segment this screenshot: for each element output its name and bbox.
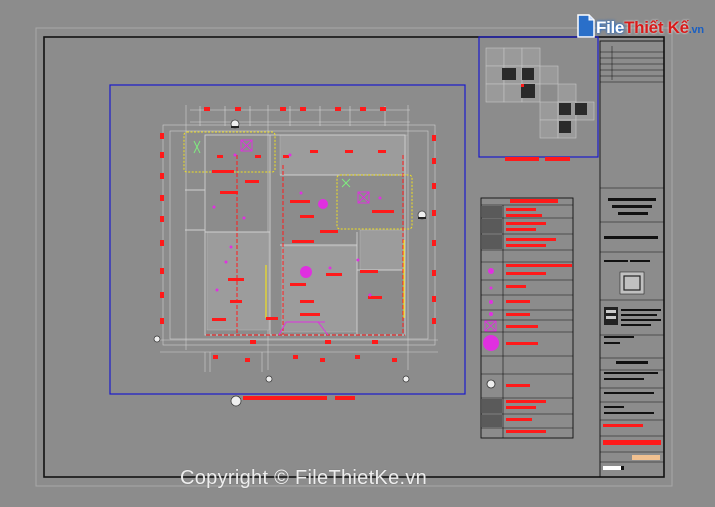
title-block-logo-icon: [604, 307, 618, 325]
key-plan[interactable]: [485, 47, 595, 161]
logo-text: FileThiết Kế.vn: [596, 18, 704, 38]
callout-marker-icon[interactable]: [230, 119, 240, 129]
logo-domain: .vn: [688, 24, 704, 36]
light-fixture-icon: [300, 266, 312, 278]
title-block: [599, 40, 665, 478]
highlight-zone-2[interactable]: [336, 174, 413, 230]
copyright-watermark: Copyright © FileThietKe.vn: [180, 467, 428, 489]
file-icon: [577, 14, 595, 38]
legend-table: [480, 197, 574, 439]
brand-logo[interactable]: FileThiết Kế.vn: [572, 8, 712, 48]
key-plan-icon: [619, 271, 645, 295]
logo-brand-red: Thiết Kế: [624, 18, 689, 37]
legend-fixture-icon: [484, 320, 497, 332]
floor-plan[interactable]: [153, 105, 438, 407]
logo-brand-white: File: [596, 18, 625, 37]
light-fixture-icon: [318, 199, 328, 209]
cad-drawing-canvas[interactable]: [0, 0, 715, 507]
callout-marker-icon[interactable]: [417, 210, 427, 220]
grid-bubble-icon: [153, 335, 410, 407]
highlight-zone-1[interactable]: [183, 131, 276, 173]
